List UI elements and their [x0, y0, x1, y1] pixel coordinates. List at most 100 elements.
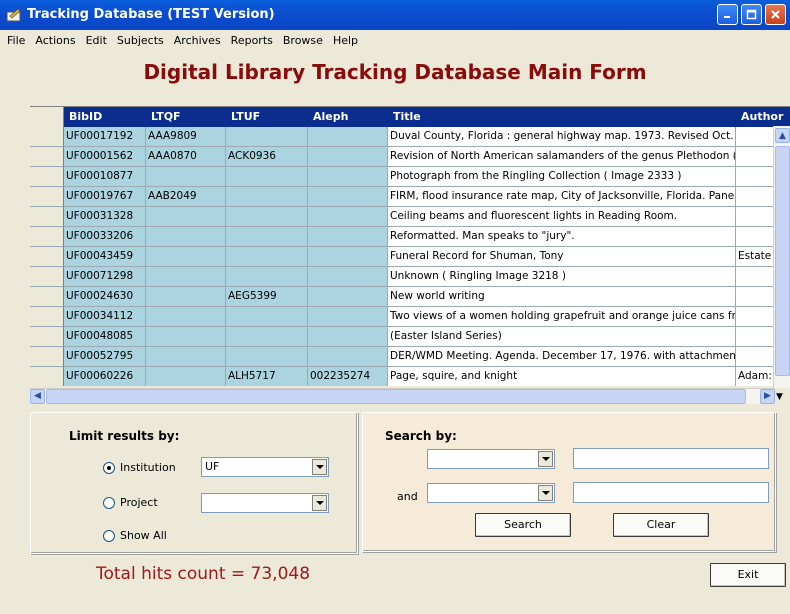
- row-selector[interactable]: [30, 167, 64, 187]
- search-button[interactable]: Search: [475, 513, 571, 537]
- cell-title[interactable]: Funeral Record for Shuman, Tony: [388, 247, 736, 267]
- table-row[interactable]: UF00043459 Funeral Record for Shuman, Ton…: [30, 247, 790, 267]
- cell-ltqf[interactable]: [146, 307, 226, 327]
- row-selector[interactable]: [30, 247, 64, 267]
- menu-reports[interactable]: Reports: [226, 34, 278, 47]
- row-selector[interactable]: [30, 207, 64, 227]
- cell-aleph[interactable]: [308, 167, 388, 187]
- cell-title[interactable]: Reformatted. Man speaks to "jury".: [388, 227, 736, 247]
- table-row[interactable]: UF00048085 (Easter Island Series): [30, 327, 790, 347]
- cell-title[interactable]: Page, squire, and knight: [388, 367, 736, 386]
- cell-ltqf[interactable]: AAB2049: [146, 187, 226, 207]
- table-row[interactable]: UF00034112 Two views of a women holding g…: [30, 307, 790, 327]
- institution-radio-option[interactable]: Institution: [103, 461, 176, 474]
- cell-ltqf[interactable]: [146, 347, 226, 367]
- cell-aleph[interactable]: [308, 127, 388, 147]
- menu-help[interactable]: Help: [328, 34, 363, 47]
- table-row[interactable]: UF00017192 AAA9809 Duval County, Florida :…: [30, 127, 790, 147]
- cell-bibid[interactable]: UF00001562: [64, 147, 146, 167]
- scroll-down-icon[interactable]: ▼: [776, 392, 783, 402]
- cell-bibid[interactable]: UF00024630: [64, 287, 146, 307]
- cell-aleph[interactable]: [308, 287, 388, 307]
- institution-dropdown-arrow[interactable]: [312, 459, 327, 475]
- search-field-2-dropdown-arrow[interactable]: [538, 485, 553, 501]
- cell-ltuf[interactable]: [226, 347, 308, 367]
- menu-file[interactable]: File: [2, 34, 30, 47]
- cell-aleph[interactable]: [308, 247, 388, 267]
- cell-ltqf[interactable]: [146, 247, 226, 267]
- cell-bibid[interactable]: UF00033206: [64, 227, 146, 247]
- row-selector[interactable]: [30, 307, 64, 327]
- institution-radio[interactable]: [103, 461, 115, 474]
- vertical-scrollbar[interactable]: ▲: [773, 126, 790, 388]
- cell-title[interactable]: DER/WMD Meeting. Agenda. December 17, 19…: [388, 347, 736, 367]
- search-text-input-2[interactable]: [573, 482, 769, 503]
- project-dropdown-arrow[interactable]: [312, 495, 327, 511]
- menu-subjects[interactable]: Subjects: [112, 34, 169, 47]
- menu-archives[interactable]: Archives: [169, 34, 226, 47]
- cell-title[interactable]: Duval County, Florida : general highway …: [388, 127, 736, 147]
- scroll-right-icon[interactable]: ▶: [760, 389, 775, 404]
- cell-ltqf[interactable]: [146, 267, 226, 287]
- close-button[interactable]: [765, 4, 786, 25]
- horizontal-scroll-thumb[interactable]: [46, 389, 746, 404]
- scroll-left-icon[interactable]: ◀: [30, 389, 45, 404]
- column-header-bibid[interactable]: BibID: [64, 107, 146, 127]
- cell-title[interactable]: New world writing: [388, 287, 736, 307]
- horizontal-scrollbar[interactable]: ◀ ▶: [30, 388, 775, 404]
- cell-title[interactable]: Unknown ( Ringling Image 3218 ): [388, 267, 736, 287]
- table-row[interactable]: UF00001562 AAA0870 ACK0936 Revision of Nort…: [30, 147, 790, 167]
- cell-ltuf[interactable]: ALH5717: [226, 367, 308, 386]
- table-row[interactable]: UF00033206 Reformatted. Man speaks to "ju…: [30, 227, 790, 247]
- cell-ltuf[interactable]: [226, 207, 308, 227]
- cell-aleph[interactable]: [308, 187, 388, 207]
- cell-bibid[interactable]: UF00019767: [64, 187, 146, 207]
- cell-bibid[interactable]: UF00071298: [64, 267, 146, 287]
- cell-bibid[interactable]: UF00043459: [64, 247, 146, 267]
- cell-aleph[interactable]: [308, 327, 388, 347]
- cell-aleph[interactable]: [308, 267, 388, 287]
- clear-button[interactable]: Clear: [613, 513, 709, 537]
- maximize-button[interactable]: [741, 4, 762, 25]
- column-header-ltuf[interactable]: LTUF: [226, 107, 308, 127]
- cell-ltqf[interactable]: AAA9809: [146, 127, 226, 147]
- cell-ltqf[interactable]: [146, 287, 226, 307]
- table-row[interactable]: UF00060226 ALH5717 002235274 Page, squire, …: [30, 367, 790, 386]
- cell-bibid[interactable]: UF00034112: [64, 307, 146, 327]
- row-selector[interactable]: [30, 367, 64, 386]
- table-row[interactable]: UF00010877 Photograph from the Ringling C…: [30, 167, 790, 187]
- show-all-radio-option[interactable]: Show All: [103, 529, 167, 542]
- cell-title[interactable]: Two views of a women holding grapefruit …: [388, 307, 736, 327]
- cell-ltuf[interactable]: [226, 247, 308, 267]
- cell-ltuf[interactable]: ACK0936: [226, 147, 308, 167]
- menu-browse[interactable]: Browse: [278, 34, 328, 47]
- cell-aleph[interactable]: [308, 227, 388, 247]
- search-text-input-1[interactable]: [573, 448, 769, 469]
- cell-bibid[interactable]: UF00017192: [64, 127, 146, 147]
- cell-ltqf[interactable]: [146, 327, 226, 347]
- project-radio-option[interactable]: Project: [103, 496, 158, 509]
- row-selector[interactable]: [30, 147, 64, 167]
- cell-aleph[interactable]: [308, 147, 388, 167]
- vertical-scroll-thumb[interactable]: [775, 146, 790, 376]
- cell-title[interactable]: Revision of North American salamanders o…: [388, 147, 736, 167]
- search-field-1-dropdown-arrow[interactable]: [538, 451, 553, 467]
- cell-aleph[interactable]: [308, 307, 388, 327]
- table-row[interactable]: UF00031328 Ceiling beams and fluorescent …: [30, 207, 790, 227]
- column-header-ltqf[interactable]: LTQF: [146, 107, 226, 127]
- cell-aleph[interactable]: [308, 347, 388, 367]
- cell-ltuf[interactable]: [226, 327, 308, 347]
- minimize-button[interactable]: [717, 4, 738, 25]
- cell-bibid[interactable]: UF00048085: [64, 327, 146, 347]
- project-select[interactable]: [201, 493, 329, 513]
- cell-bibid[interactable]: UF00031328: [64, 207, 146, 227]
- row-selector[interactable]: [30, 127, 64, 147]
- cell-bibid[interactable]: UF00060226: [64, 367, 146, 386]
- cell-aleph[interactable]: 002235274: [308, 367, 388, 386]
- menu-actions[interactable]: Actions: [30, 34, 80, 47]
- row-selector[interactable]: [30, 347, 64, 367]
- cell-ltuf[interactable]: [226, 227, 308, 247]
- cell-title[interactable]: Photograph from the Ringling Collection …: [388, 167, 736, 187]
- cell-ltuf[interactable]: [226, 127, 308, 147]
- row-selector[interactable]: [30, 227, 64, 247]
